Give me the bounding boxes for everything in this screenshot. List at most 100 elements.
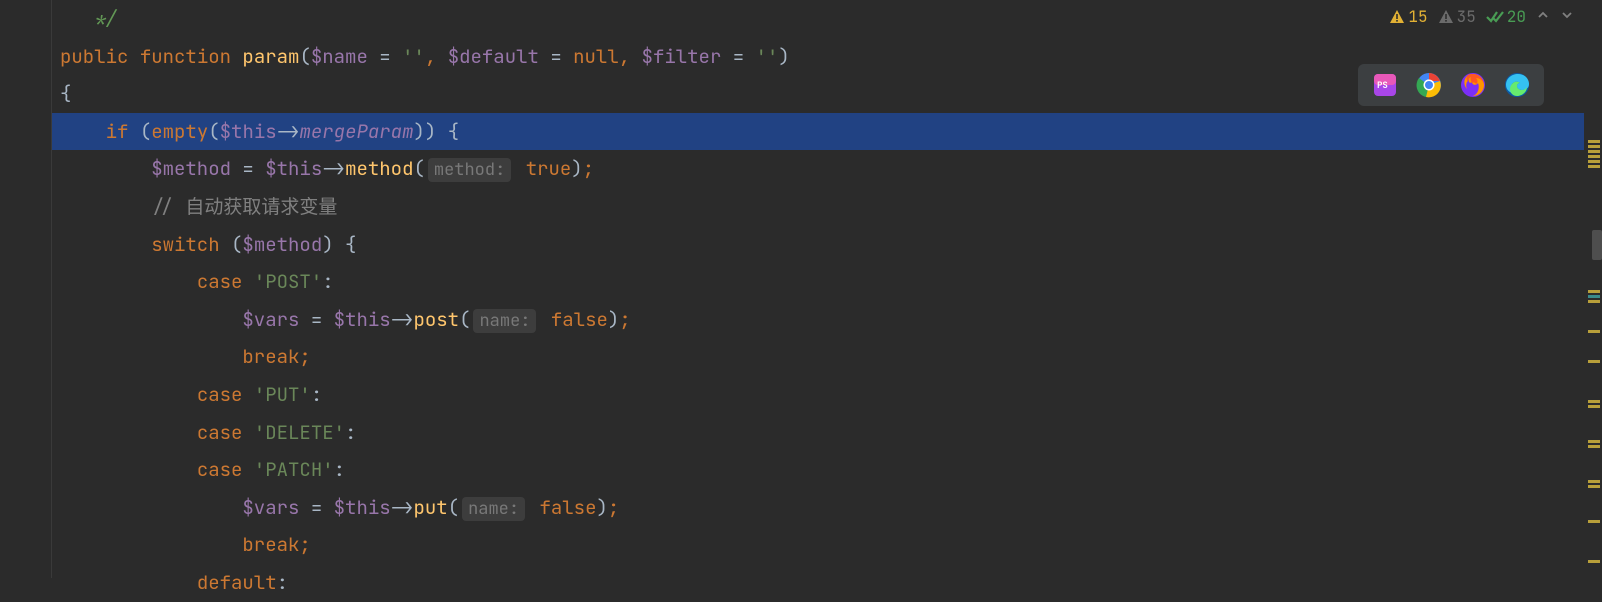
code-line[interactable]: $vars = $this->post(name: false);: [52, 301, 1584, 339]
semicolon: ;: [299, 532, 310, 557]
code-line[interactable]: $vars = $this->put(name: false);: [52, 489, 1584, 527]
keyword-break: break: [242, 344, 299, 369]
property-mergeParam: mergeParam: [299, 119, 413, 144]
browser-toolbar: PS: [1358, 64, 1544, 106]
keyword-public: public: [60, 44, 128, 69]
var-vars: $vars: [242, 307, 299, 332]
code-line[interactable]: default:: [52, 564, 1584, 602]
keyword-empty: empty: [151, 119, 208, 144]
edge-icon[interactable]: [1504, 72, 1530, 98]
code-line[interactable]: {: [52, 75, 1584, 113]
mark-warning[interactable]: [1588, 520, 1600, 523]
keyword-true: true: [526, 156, 572, 181]
mark-warning[interactable]: [1588, 150, 1600, 153]
mark-warning[interactable]: [1588, 330, 1600, 333]
semicolon: ;: [299, 344, 310, 369]
keyword-break: break: [242, 532, 299, 557]
mark-warning[interactable]: [1588, 405, 1600, 408]
method-call: method: [345, 156, 413, 181]
var-this: $this: [265, 156, 322, 181]
mark-warning[interactable]: [1588, 445, 1600, 448]
colon: :: [345, 420, 356, 445]
chevron-up-icon: [1536, 8, 1550, 22]
code-area[interactable]: */ public function param($name = '', $de…: [52, 0, 1584, 578]
warning-yellow-status[interactable]: 15: [1389, 6, 1427, 27]
code-line[interactable]: public function param($name = '', $defau…: [52, 38, 1584, 76]
var-name: $name: [311, 44, 368, 69]
keyword-case: case: [197, 457, 243, 482]
colon: :: [334, 457, 345, 482]
chrome-icon[interactable]: [1416, 72, 1442, 98]
string-literal: 'POST': [254, 269, 322, 294]
mark-warning[interactable]: [1588, 290, 1600, 293]
mark-warning[interactable]: [1588, 440, 1600, 443]
mark-warning[interactable]: [1588, 360, 1600, 363]
param-hint: name:: [462, 497, 525, 521]
mark-warning[interactable]: [1588, 400, 1600, 403]
comment-close: */: [60, 6, 117, 31]
code-line[interactable]: case 'POST':: [52, 263, 1584, 301]
keyword-false: false: [539, 495, 596, 520]
method-call: put: [413, 495, 447, 520]
param-hint: name:: [473, 309, 536, 333]
mark-warning[interactable]: [1588, 140, 1600, 143]
code-editor[interactable]: */ public function param($name = '', $de…: [0, 0, 1602, 578]
param-hint: method:: [428, 158, 511, 182]
var-method: $method: [151, 156, 231, 181]
firefox-icon[interactable]: [1460, 72, 1486, 98]
colon: :: [277, 570, 288, 595]
keyword-null: null: [573, 44, 619, 69]
mark-warning[interactable]: [1588, 485, 1600, 488]
string-literal: 'PUT': [254, 382, 311, 407]
weak-warning-count: 35: [1457, 6, 1476, 27]
var-vars: $vars: [242, 495, 299, 520]
keyword-case: case: [197, 382, 243, 407]
next-highlight-button[interactable]: [1560, 6, 1574, 27]
keyword-case: case: [197, 269, 243, 294]
semicolon: ;: [619, 307, 630, 332]
mark-info[interactable]: [1588, 295, 1600, 298]
code-line[interactable]: case 'PUT':: [52, 376, 1584, 414]
typo-count: 20: [1507, 6, 1526, 27]
mark-warning[interactable]: [1588, 300, 1600, 303]
var-filter: $filter: [642, 44, 722, 69]
semicolon: ;: [583, 156, 594, 181]
code-line[interactable]: case 'DELETE':: [52, 414, 1584, 452]
warning-count: 15: [1408, 6, 1427, 27]
code-line[interactable]: case 'PATCH':: [52, 451, 1584, 489]
check-icon: [1486, 9, 1504, 25]
scrollbar-thumb[interactable]: [1592, 230, 1602, 260]
keyword-switch: switch: [151, 232, 219, 257]
comment: // 自动获取请求变量: [151, 194, 337, 219]
colon: :: [311, 382, 322, 407]
keyword-function: function: [140, 44, 231, 69]
typo-status[interactable]: 20: [1486, 6, 1526, 27]
mark-warning[interactable]: [1588, 155, 1600, 158]
code-line[interactable]: */: [52, 0, 1584, 38]
code-line-highlighted[interactable]: if (empty($this->mergeParam)) {: [52, 113, 1584, 151]
gutter: [0, 0, 52, 578]
keyword-if: if: [106, 119, 129, 144]
mark-warning[interactable]: [1588, 160, 1600, 163]
code-line[interactable]: break;: [52, 338, 1584, 376]
warning-gray-status[interactable]: 35: [1438, 6, 1476, 27]
prev-highlight-button[interactable]: [1536, 6, 1550, 27]
mark-warning[interactable]: [1588, 165, 1600, 168]
keyword-default: default: [197, 570, 277, 595]
error-stripe[interactable]: [1584, 0, 1602, 578]
string-literal: 'PATCH': [254, 457, 334, 482]
code-line[interactable]: break;: [52, 526, 1584, 564]
inspection-status: 15 35 20: [1389, 6, 1574, 27]
var-this: $this: [220, 119, 277, 144]
phpstorm-icon[interactable]: PS: [1372, 72, 1398, 98]
mark-warning[interactable]: [1588, 145, 1600, 148]
string-literal: '': [756, 44, 779, 69]
var-this: $this: [334, 495, 391, 520]
code-line[interactable]: // 自动获取请求变量: [52, 188, 1584, 226]
code-line[interactable]: switch ($method) {: [52, 226, 1584, 264]
keyword-case: case: [197, 420, 243, 445]
code-line[interactable]: $method = $this->method(method: true);: [52, 150, 1584, 188]
function-name: param: [242, 44, 299, 69]
mark-warning[interactable]: [1588, 480, 1600, 483]
mark-warning[interactable]: [1588, 560, 1600, 563]
